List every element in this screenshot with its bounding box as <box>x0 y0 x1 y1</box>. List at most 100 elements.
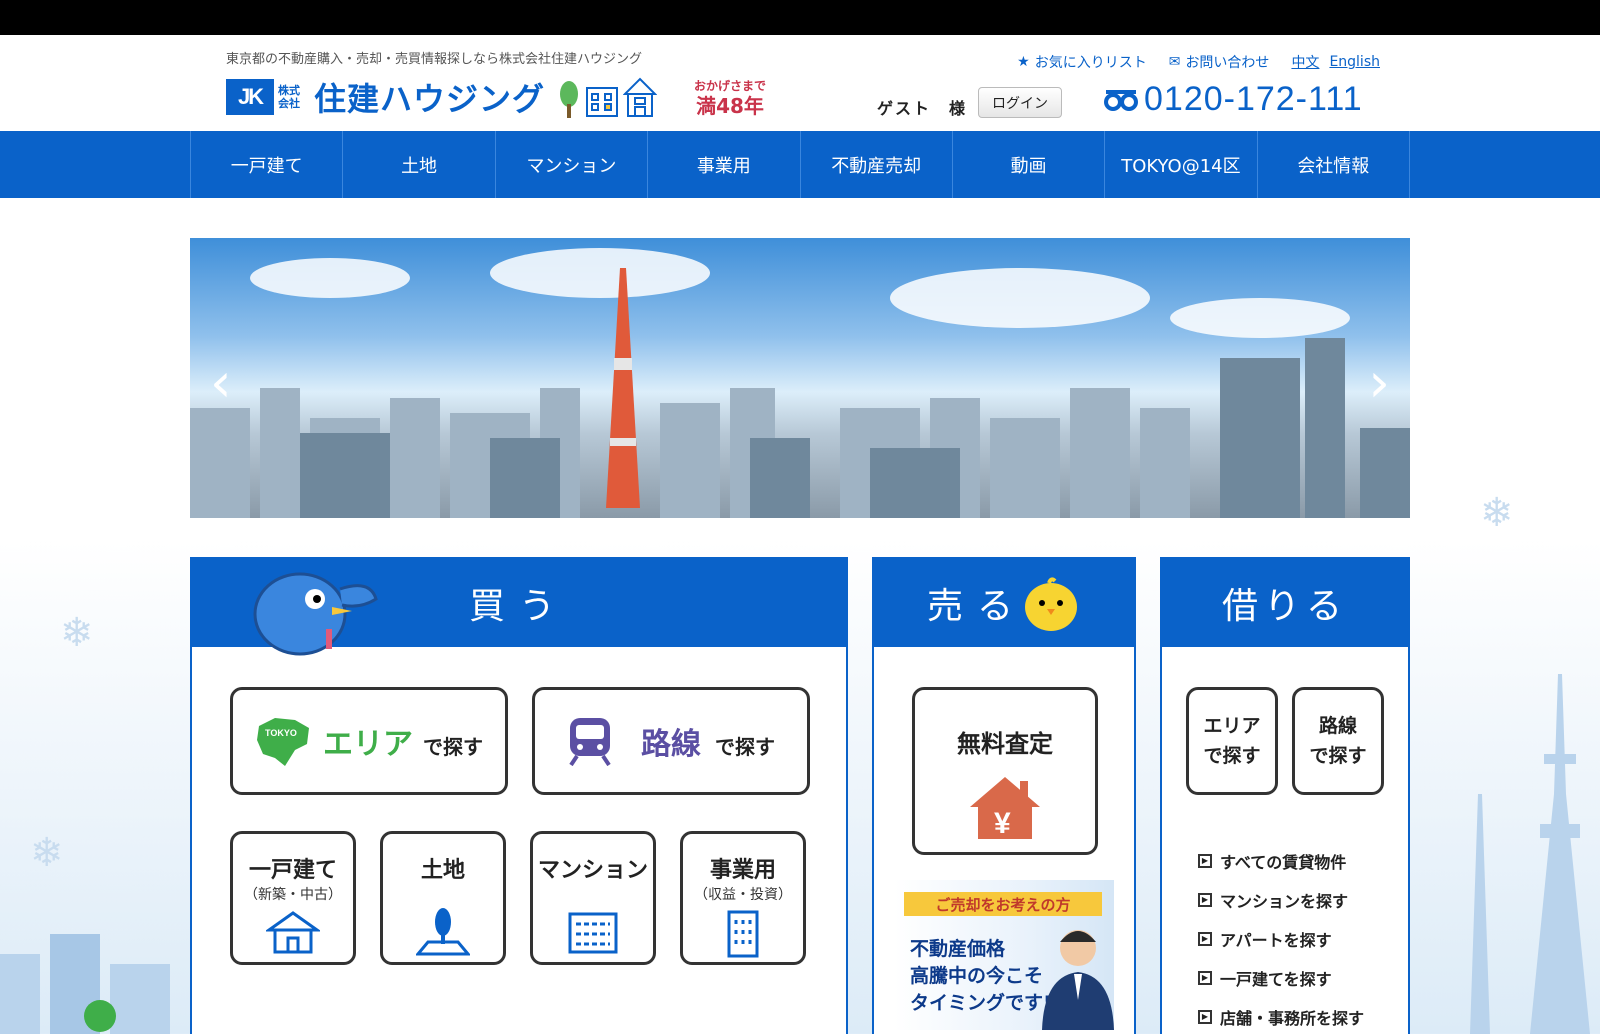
logo-mark: JK <box>226 79 274 115</box>
rent-link-mansion[interactable]: ▶ マンションを探す <box>1198 880 1364 919</box>
promo-text: 不動産価格 高騰中の今こそ タイミングです! <box>910 936 1052 1017</box>
arrow-box-icon: ▶ <box>1198 892 1212 907</box>
type-land-label: 土地 <box>420 858 465 883</box>
buy-type-house-button[interactable]: 一戸建て （新築・中古） <box>230 831 356 965</box>
type-business-sub: （収益・投資） <box>694 887 792 903</box>
nav-tokyo14[interactable]: TOKYO@14区 <box>1105 131 1258 198</box>
rent-area-line2: で探す <box>1203 745 1261 767</box>
favorites-label: お気に入りリスト <box>1034 55 1147 71</box>
phone-number[interactable]: 0120-172-111 <box>1104 80 1363 119</box>
svg-text:TOKYO: TOKYO <box>265 728 297 738</box>
buy-area-word: エリア <box>323 727 413 762</box>
sell-promo-banner[interactable]: ご売却をお考えの方 不動産価格 高騰中の今こそ タイミングです! <box>894 880 1114 1030</box>
promo-line2: 高騰中の今こそ <box>910 965 1044 987</box>
type-house-label: 一戸建て <box>248 858 337 883</box>
buy-line-search-button[interactable]: 路線 で探す <box>532 687 810 795</box>
businessman-photo <box>1042 930 1114 1030</box>
login-button[interactable]: ログイン <box>978 87 1062 118</box>
free-appraisal-button[interactable]: 無料査定 ¥ <box>912 687 1098 855</box>
rent-title: 借りる <box>1221 586 1348 627</box>
english-link[interactable]: English <box>1329 52 1380 72</box>
site-header: 東京都の不動産購入・売却・売買情報探しなら株式会社住建ハウジング JK 株式会社… <box>0 35 1600 131</box>
snowflake-icon: ❄ <box>30 830 64 876</box>
rent-line-line1: 路線 <box>1318 715 1357 737</box>
chick-mascot-icon <box>1025 577 1077 631</box>
promo-heading: ご売却をお考えの方 <box>904 892 1102 916</box>
badge-line2: 満48年 <box>696 94 764 118</box>
snowflake-icon: ❄ <box>1480 490 1514 536</box>
star-icon: ★ <box>1017 54 1030 70</box>
company-logo[interactable]: JK 株式会社 住建ハウジング <box>226 75 658 119</box>
rent-line-search-button[interactable]: 路線 で探す <box>1292 687 1384 795</box>
sell-panel: 売る 無料査定 ¥ ご売却をお考えの方 不動産価格 高騰中の今こそ タイミングで… <box>872 557 1136 1034</box>
buy-header: 買う <box>192 559 846 656</box>
badge-line1: おかげさまで <box>693 79 766 93</box>
rent-link-apartment[interactable]: ▶ アパートを探す <box>1198 919 1364 958</box>
city-skyline-image <box>190 268 1410 518</box>
buy-panel: 買う TOKYO エリア で探す 路線 で探す 一戸建て （新築・中古） 土地 … <box>190 557 848 1034</box>
favorites-link[interactable]: ★ お気に入りリスト <box>1017 52 1147 72</box>
nav-land[interactable]: 土地 <box>343 131 496 198</box>
type-house-sub: （新築・中古） <box>244 887 342 903</box>
type-mansion-label: マンション <box>537 858 648 883</box>
svg-text:¥: ¥ <box>994 807 1011 840</box>
slider-next-arrow[interactable]: › <box>1368 356 1390 410</box>
buy-line-suffix: で探す <box>715 734 775 759</box>
promo-line3: タイミングです! <box>910 992 1052 1014</box>
rent-link-label: 一戸建てを探す <box>1220 969 1332 989</box>
skytree-illustration <box>1470 674 1590 1034</box>
nav-video[interactable]: 動画 <box>953 131 1106 198</box>
sell-title: 売る <box>926 586 1027 627</box>
phone-label: 0120-172-111 <box>1144 80 1363 118</box>
rent-link-all[interactable]: ▶ すべての賃貸物件 <box>1198 841 1364 880</box>
rent-link-label: すべての賃貸物件 <box>1220 852 1347 872</box>
rent-link-label: マンションを探す <box>1220 891 1349 911</box>
slider-prev-arrow[interactable]: ‹ <box>210 356 232 410</box>
nav-sell[interactable]: 不動産売却 <box>801 131 953 198</box>
buy-type-land-button[interactable]: 土地 <box>380 831 506 965</box>
rent-area-search-button[interactable]: エリア で探す <box>1186 687 1278 795</box>
house-icon <box>266 911 320 954</box>
buy-type-business-button[interactable]: 事業用 （収益・投資） <box>680 831 806 965</box>
contact-link[interactable]: ✉ お問い合わせ <box>1169 52 1270 72</box>
guest-greeting: ゲスト 様 <box>877 99 968 118</box>
main-nav: 一戸建て 土地 マンション 事業用 不動産売却 動画 TOKYO@14区 会社情… <box>0 131 1600 198</box>
buy-area-search-button[interactable]: TOKYO エリア で探す <box>230 687 508 795</box>
arrow-box-icon: ▶ <box>1198 931 1212 946</box>
rent-header: 借りる <box>1162 559 1408 647</box>
land-tree-icon <box>416 908 470 956</box>
logo-name: 住建ハウジング <box>314 80 546 118</box>
rent-line-line2: で探す <box>1309 745 1367 767</box>
building-icon <box>727 910 759 958</box>
nav-house[interactable]: 一戸建て <box>191 131 344 198</box>
site-tagline: 東京都の不動産購入・売却・売買情報探しなら株式会社住建ハウジング <box>226 52 643 67</box>
rent-link-label: 店舗・事務所を探す <box>1220 1008 1365 1028</box>
yen-house-icon: ¥ <box>970 777 1040 840</box>
anniversary-badge: おかげさまで 満48年 <box>690 77 770 123</box>
nav-company[interactable]: 会社情報 <box>1258 131 1410 198</box>
city-illustration <box>0 934 170 1034</box>
arrow-box-icon: ▶ <box>1198 853 1212 868</box>
appraisal-label: 無料査定 <box>957 730 1053 758</box>
nav-mansion[interactable]: マンション <box>496 131 649 198</box>
logo-houses-icon <box>557 76 658 118</box>
promo-line1: 不動産価格 <box>910 938 1006 960</box>
buy-type-mansion-button[interactable]: マンション <box>530 831 656 965</box>
tokyo-map-icon: TOKYO <box>257 718 309 766</box>
nav-business[interactable]: 事業用 <box>648 131 801 198</box>
buy-title: 買う <box>468 586 569 627</box>
logo-kk: 株式会社 <box>278 84 300 110</box>
snowflake-icon: ❄ <box>60 610 94 656</box>
mansion-icon <box>568 912 618 954</box>
freedial-icon <box>1104 89 1138 111</box>
rent-link-label: アパートを探す <box>1220 930 1332 950</box>
bird-mascot-icon <box>253 572 378 656</box>
chinese-link[interactable]: 中文 <box>1291 52 1319 72</box>
hero-slider[interactable]: ‹ › <box>190 238 1410 518</box>
rent-link-house[interactable]: ▶ 一戸建てを探す <box>1198 958 1364 997</box>
type-business-label: 事業用 <box>709 858 776 883</box>
train-icon <box>569 718 611 766</box>
arrow-box-icon: ▶ <box>1198 970 1212 985</box>
rent-link-office[interactable]: ▶ 店舗・事務所を探す <box>1198 997 1364 1034</box>
buy-area-suffix: で探す <box>423 734 483 759</box>
